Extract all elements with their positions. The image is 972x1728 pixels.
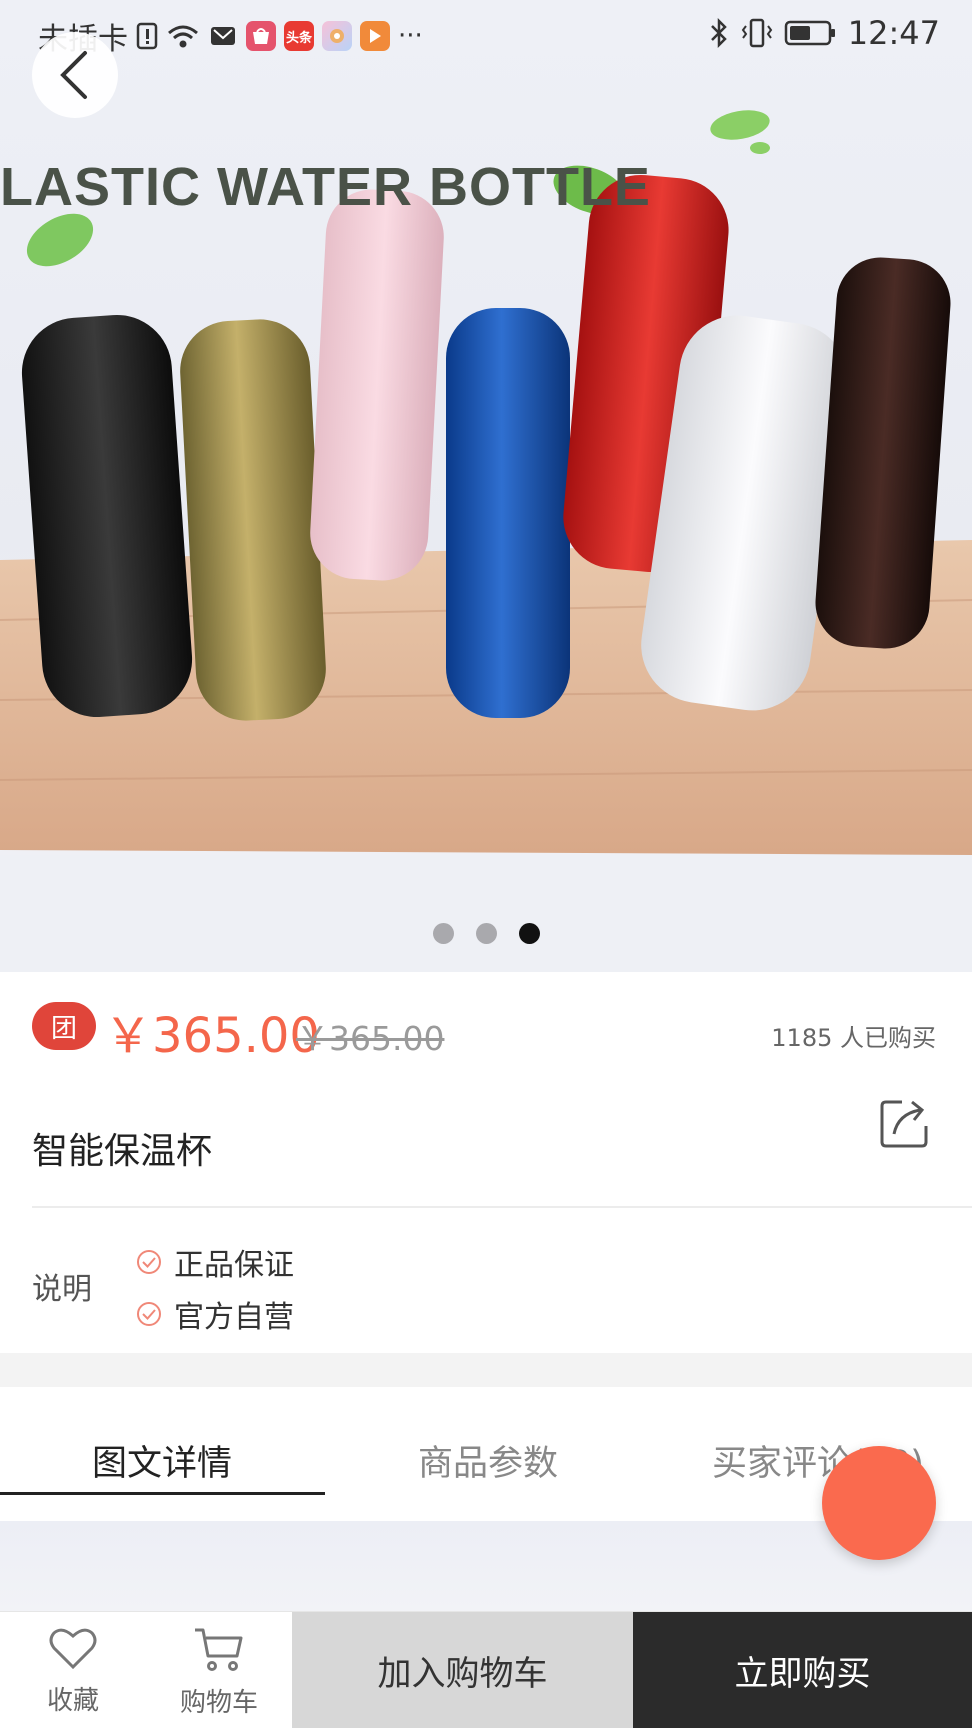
- cart-label: 购物车: [179, 1688, 258, 1718]
- guarantee-text: 正品保证: [174, 1248, 294, 1283]
- section-spacer: [0, 1353, 972, 1387]
- wifi-icon: [166, 19, 200, 53]
- favorite-button[interactable]: 收藏: [0, 1612, 146, 1728]
- detail-content-preview: [0, 1521, 972, 1611]
- status-bar: 未插卡 头条 ···: [0, 0, 972, 66]
- heart-icon: [49, 1628, 97, 1670]
- vibrate-icon: [740, 16, 774, 50]
- more-notifications-icon: ···: [398, 21, 423, 51]
- battery-icon: [784, 16, 838, 50]
- guarantee-item: 正品保证: [136, 1240, 294, 1284]
- buy-now-button[interactable]: 立即购买: [633, 1612, 972, 1728]
- sim-alert-icon: [136, 19, 158, 53]
- huawei-app-icon: [208, 19, 238, 53]
- guarantee-item: 官方自营: [136, 1292, 294, 1336]
- video-app-icon: [360, 21, 390, 51]
- guarantee-label: 说明: [32, 1272, 92, 1307]
- bluetooth-icon: [708, 16, 730, 50]
- carousel-dot[interactable]: [433, 923, 454, 944]
- guarantee-text: 官方自营: [174, 1300, 294, 1335]
- active-tab-indicator: [0, 1492, 325, 1495]
- cart-icon: [195, 1628, 243, 1671]
- floating-action-button[interactable]: [822, 1446, 936, 1560]
- photos-app-icon: [322, 21, 352, 51]
- product-image-carousel[interactable]: LASTIC WATER BOTTLE 未插卡 头条 ··: [0, 0, 972, 972]
- check-circle-icon: [137, 1302, 161, 1326]
- toutiao-app-icon: 头条: [284, 21, 314, 51]
- tab-product-params[interactable]: 商品参数: [418, 1435, 558, 1486]
- carousel-dot[interactable]: [476, 923, 497, 944]
- share-button[interactable]: [876, 1096, 932, 1152]
- status-clock: 12:47: [847, 14, 940, 52]
- carousel-indicator: [433, 923, 540, 944]
- banner-text: LASTIC WATER BOTTLE: [0, 157, 651, 217]
- carousel-dot-active[interactable]: [519, 923, 540, 944]
- favorite-label: 收藏: [46, 1686, 99, 1716]
- product-photo: LASTIC WATER BOTTLE: [0, 110, 972, 972]
- cart-button[interactable]: 购物车: [146, 1612, 292, 1728]
- back-button[interactable]: [32, 32, 118, 118]
- tab-image-details[interactable]: 图文详情: [92, 1435, 232, 1486]
- share-icon: [880, 1100, 928, 1148]
- product-title-section: 智能保温杯: [0, 1092, 972, 1207]
- current-price: ￥365.00: [104, 1008, 320, 1064]
- sold-count: 1185 人已购买: [771, 1024, 936, 1052]
- add-to-cart-button[interactable]: 加入购物车: [292, 1612, 633, 1728]
- price-section: 团 ￥365.00 ￥365.00 1185 人已购买: [0, 972, 972, 1092]
- chevron-left-icon: [60, 51, 87, 99]
- original-price: ￥365.00: [296, 1019, 445, 1058]
- bottom-action-bar: 收藏 购物车 加入购物车 立即购买: [0, 1611, 972, 1728]
- vmall-app-icon: [246, 21, 276, 51]
- group-buy-badge: 团: [32, 1002, 96, 1050]
- guarantee-section: 说明 正品保证 官方自营: [0, 1208, 972, 1353]
- check-circle-icon: [137, 1250, 161, 1274]
- product-title: 智能保温杯: [32, 1131, 213, 1172]
